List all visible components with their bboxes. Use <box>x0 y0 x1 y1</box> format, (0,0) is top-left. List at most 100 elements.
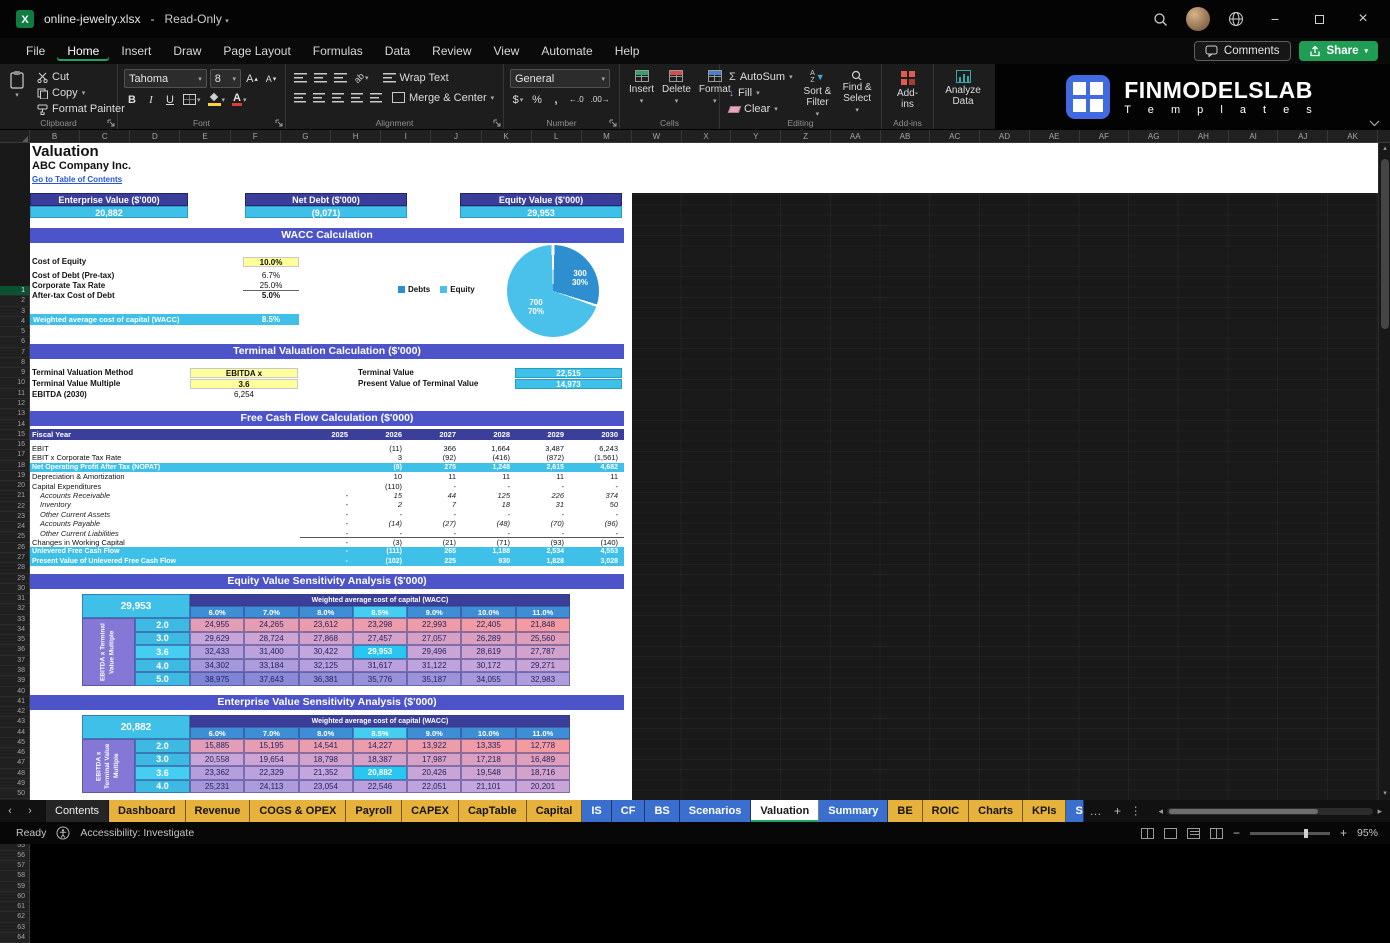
equity-sens-value-cell[interactable]: 32,125 <box>299 659 353 673</box>
row-header-36[interactable]: 36 <box>0 645 29 655</box>
row-header-16[interactable]: 16 <box>0 440 29 450</box>
equity-sens-multiple-2-0[interactable]: 2.0 <box>135 618 190 632</box>
copy-button[interactable]: Copy▾ <box>34 85 128 101</box>
equity-sens-col-header-9-0[interactable]: 9.0% <box>407 606 461 618</box>
row-header-1[interactable]: 1 <box>0 286 29 296</box>
ev-sens-multiple-3-6[interactable]: 3.6 <box>135 766 190 780</box>
equity-sens-col-header-10-0[interactable]: 10.0% <box>461 606 515 618</box>
close-button[interactable]: × <box>1350 10 1376 28</box>
fcf-cell-2029[interactable]: 31 <box>516 500 570 509</box>
equity-sens-value-cell[interactable]: 30,422 <box>299 645 353 659</box>
fcf-row-present-value-of-unlevered-free-cash-flow[interactable]: Present Value of Unlevered Free Cash Flo… <box>30 557 624 566</box>
fcf-row-ebit[interactable]: EBIT(11)3661,6643,4876,243 <box>30 444 624 453</box>
row-header-47[interactable]: 47 <box>0 758 29 768</box>
column-header-B[interactable]: B <box>30 130 80 143</box>
fcf-row-other-current-liabilities[interactable]: Other Current Liabilities------ <box>30 529 624 538</box>
decrease-decimal-button[interactable]: .00→ <box>589 91 612 108</box>
more-sheets-button[interactable]: … <box>1084 800 1106 822</box>
fcf-row-changes-in-working-capital[interactable]: Changes in Working Capital-(3)(21)(71)(9… <box>30 538 624 547</box>
sheet-tab-charts[interactable]: Charts <box>969 800 1023 822</box>
equity-sens-value-cell[interactable]: 26,289 <box>461 632 515 646</box>
summary-header-equity-value-000[interactable]: Equity Value ($'000) <box>460 193 622 206</box>
column-header-M[interactable]: M <box>582 130 632 143</box>
row-header-60[interactable]: 60 <box>0 892 29 902</box>
fcf-cell-2027[interactable]: 7 <box>408 500 462 509</box>
row-header-63[interactable]: 63 <box>0 923 29 933</box>
column-header-W[interactable]: W <box>632 130 682 143</box>
row-header-3[interactable]: 3 <box>0 307 29 317</box>
wrap-text-button[interactable]: Wrap Text <box>380 70 452 86</box>
sheet-tab-dashboard[interactable]: Dashboard <box>109 800 185 822</box>
cut-button[interactable]: Cut <box>34 69 128 85</box>
equity-sens-value-cell[interactable]: 28,724 <box>244 632 298 646</box>
row-header-15[interactable]: 15 <box>0 430 29 440</box>
font-color-button[interactable]: A▾ <box>230 91 248 108</box>
fcf-cell-2027[interactable]: (92) <box>408 453 462 462</box>
equity-sens-value-cell[interactable]: 27,057 <box>407 632 461 646</box>
fcf-cell-2027[interactable]: (21) <box>408 538 462 547</box>
equity-sens-banner[interactable]: Equity Value Sensitivity Analysis ($'000… <box>30 574 624 589</box>
fcf-cell-2029[interactable]: 2,534 <box>516 547 570 556</box>
column-header-AA[interactable]: AA <box>831 130 881 143</box>
ev-sens-value-cell[interactable]: 22,329 <box>244 766 298 780</box>
fcf-cell-2029[interactable]: (93) <box>516 538 570 547</box>
merge-center-button[interactable]: Merge & Center▾ <box>389 90 497 106</box>
equity-sens-multiple-3-0[interactable]: 3.0 <box>135 632 190 646</box>
column-header-AD[interactable]: AD <box>980 130 1030 143</box>
accessibility-icon[interactable] <box>56 826 70 840</box>
row-header-18[interactable]: 18 <box>0 461 29 471</box>
ev-sens-value-cell[interactable]: 17,218 <box>461 753 515 767</box>
equity-sens-value-cell[interactable]: 37,643 <box>244 672 298 686</box>
ev-sens-value-cell[interactable]: 20,558 <box>190 753 244 767</box>
equity-sens-col-header-8-5[interactable]: 8.5% <box>353 606 407 618</box>
menu-tab-file[interactable]: File <box>16 41 55 61</box>
column-header-AB[interactable]: AB <box>881 130 931 143</box>
equity-sens-value-cell[interactable]: 25,560 <box>516 632 570 646</box>
column-header-I[interactable]: I <box>381 130 431 143</box>
ev-sens-value-cell[interactable]: 18,798 <box>299 753 353 767</box>
row-header-5[interactable]: 5 <box>0 327 29 337</box>
ev-sens-value-cell[interactable]: 23,362 <box>190 766 244 780</box>
fcf-cell-2030[interactable]: (1,561) <box>570 453 624 462</box>
ev-sens-value-cell[interactable]: 18,387 <box>353 753 407 767</box>
fcf-cell-2026[interactable]: (3) <box>354 538 408 547</box>
fcf-cell-2026[interactable]: 15 <box>354 491 408 500</box>
alignment-dialog-launcher[interactable] <box>493 119 501 127</box>
equity-sens-value-cell[interactable]: 35,187 <box>407 672 461 686</box>
row-header-56[interactable]: 56 <box>0 851 29 861</box>
equity-sens-value-cell[interactable]: 35,776 <box>353 672 407 686</box>
column-header-D[interactable]: D <box>130 130 180 143</box>
tab-scroll-left[interactable]: ‹ <box>0 800 20 822</box>
fcf-row-capital-expenditures[interactable]: Capital Expenditures(110)---- <box>30 482 624 491</box>
ev-sens-col-header-8-5[interactable]: 8.5% <box>353 727 407 739</box>
avatar[interactable] <box>1186 7 1210 31</box>
decrease-font-button[interactable]: A▾ <box>263 70 279 87</box>
column-header-AI[interactable]: AI <box>1229 130 1279 143</box>
row-header-43[interactable]: 43 <box>0 717 29 727</box>
ev-sens-col-header-9-0[interactable]: 9.0% <box>407 727 461 739</box>
row-header-45[interactable]: 45 <box>0 738 29 748</box>
fcf-cell-2028[interactable]: (48) <box>462 519 516 528</box>
font-family-select[interactable]: Tahoma▾ <box>124 69 207 88</box>
fcf-cell-2028[interactable]: 1,248 <box>462 463 516 472</box>
fcf-cell-2028[interactable]: 11 <box>462 472 516 481</box>
sheet-tab-sc[interactable]: Sc <box>1066 800 1084 822</box>
ev-sens-value-cell[interactable]: 20,426 <box>407 766 461 780</box>
fcf-cell-2028[interactable]: (71) <box>462 538 516 547</box>
sheet-tab-payroll[interactable]: Payroll <box>346 800 402 822</box>
fcf-cell-2028[interactable]: (416) <box>462 453 516 462</box>
fcf-cell-2027[interactable]: - <box>408 510 462 519</box>
row-header-57[interactable]: 57 <box>0 861 29 871</box>
row-header-33[interactable]: 33 <box>0 615 29 625</box>
insert-cells-button[interactable]: Insert▾ <box>626 69 657 115</box>
align-middle-button[interactable] <box>312 69 329 86</box>
ev-sens-value-cell[interactable]: 17,987 <box>407 753 461 767</box>
autosum-button[interactable]: ΣAutoSum▾ <box>726 69 796 85</box>
new-sheet-button[interactable]: + <box>1106 800 1128 822</box>
row-header-50[interactable]: 50 <box>0 789 29 799</box>
normal-view-button[interactable] <box>1164 828 1177 839</box>
equity-sens-value-cell[interactable]: 30,172 <box>461 659 515 673</box>
row-header-22[interactable]: 22 <box>0 502 29 512</box>
ev-sens-value-cell[interactable]: 13,922 <box>407 739 461 753</box>
ev-sens-value-cell[interactable]: 19,654 <box>244 753 298 767</box>
